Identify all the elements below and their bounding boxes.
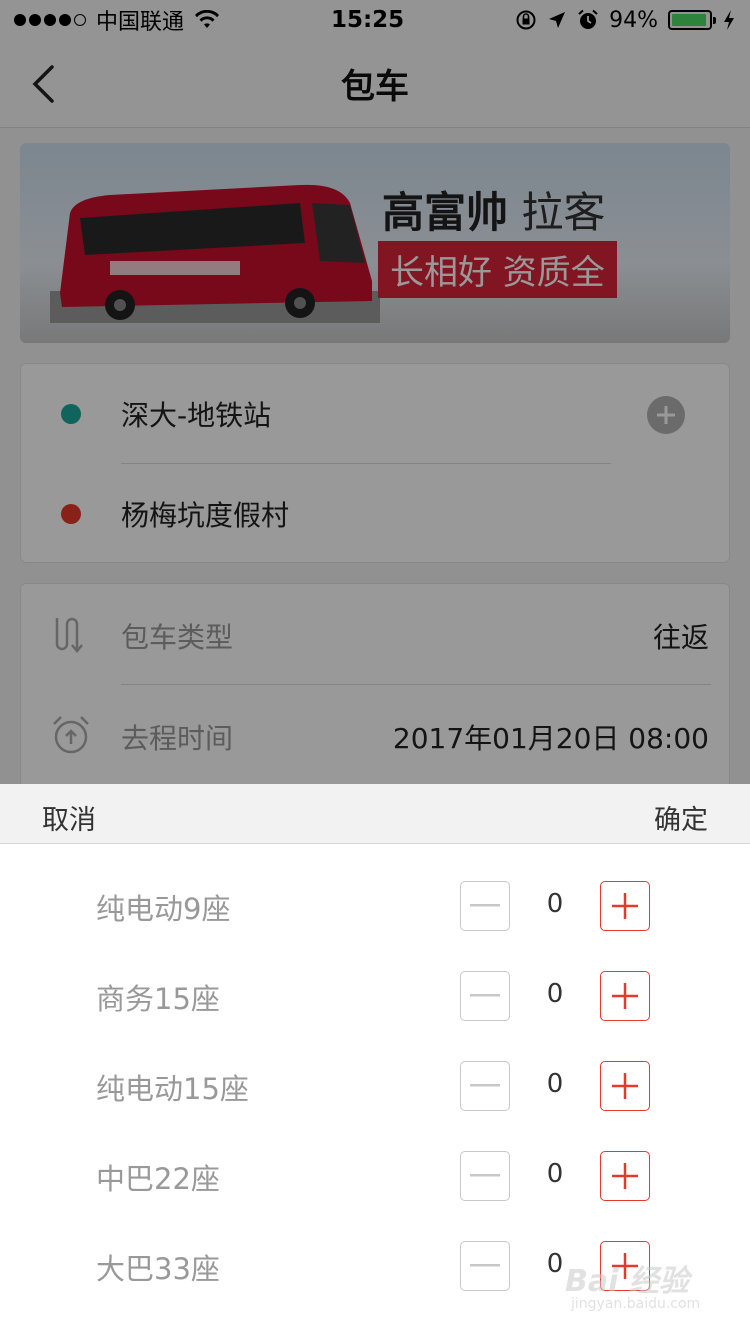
increment-button[interactable] bbox=[600, 1061, 650, 1111]
plus-icon bbox=[612, 1073, 638, 1099]
plus-icon bbox=[612, 983, 638, 1009]
vehicle-name: 中巴22座 bbox=[96, 1162, 220, 1196]
quantity-value: 0 bbox=[546, 1069, 564, 1099]
decrement-button[interactable] bbox=[460, 881, 510, 931]
sheet-toolbar: 取消 确定 bbox=[0, 784, 750, 844]
increment-button[interactable] bbox=[600, 971, 650, 1021]
minus-icon bbox=[470, 994, 500, 997]
quantity-value: 0 bbox=[546, 979, 564, 1009]
watermark-text: Bai 经验 bbox=[565, 1264, 689, 1299]
vehicle-name: 大巴33座 bbox=[96, 1252, 220, 1286]
decrement-button[interactable] bbox=[460, 971, 510, 1021]
watermark-sub: jingyan.baidu.com bbox=[571, 1296, 701, 1312]
plus-icon bbox=[612, 893, 638, 919]
minus-icon bbox=[470, 904, 500, 907]
vehicle-row: 中巴22座 0 bbox=[0, 1130, 750, 1220]
decrement-button[interactable] bbox=[460, 1151, 510, 1201]
vehicle-name: 商务15座 bbox=[96, 982, 220, 1016]
increment-button[interactable] bbox=[600, 1151, 650, 1201]
modal-overlay[interactable] bbox=[0, 0, 750, 784]
plus-icon bbox=[612, 1163, 638, 1189]
vehicle-row: 商务15座 0 bbox=[0, 950, 750, 1040]
vehicle-name: 纯电动9座 bbox=[96, 892, 231, 926]
baidu-watermark: Bai 经验 jingyan.baidu.com bbox=[565, 1250, 715, 1320]
vehicle-name: 纯电动15座 bbox=[96, 1072, 249, 1106]
vehicle-row: 纯电动9座 0 bbox=[0, 860, 750, 950]
decrement-button[interactable] bbox=[460, 1061, 510, 1111]
quantity-value: 0 bbox=[546, 1159, 564, 1189]
cancel-button[interactable]: 取消 bbox=[42, 798, 96, 837]
quantity-value: 0 bbox=[546, 889, 564, 919]
minus-icon bbox=[470, 1084, 500, 1087]
decrement-button[interactable] bbox=[460, 1241, 510, 1291]
confirm-button[interactable]: 确定 bbox=[654, 798, 708, 837]
minus-icon bbox=[470, 1264, 500, 1267]
vehicle-row: 纯电动15座 0 bbox=[0, 1040, 750, 1130]
increment-button[interactable] bbox=[600, 881, 650, 931]
minus-icon bbox=[470, 1174, 500, 1177]
